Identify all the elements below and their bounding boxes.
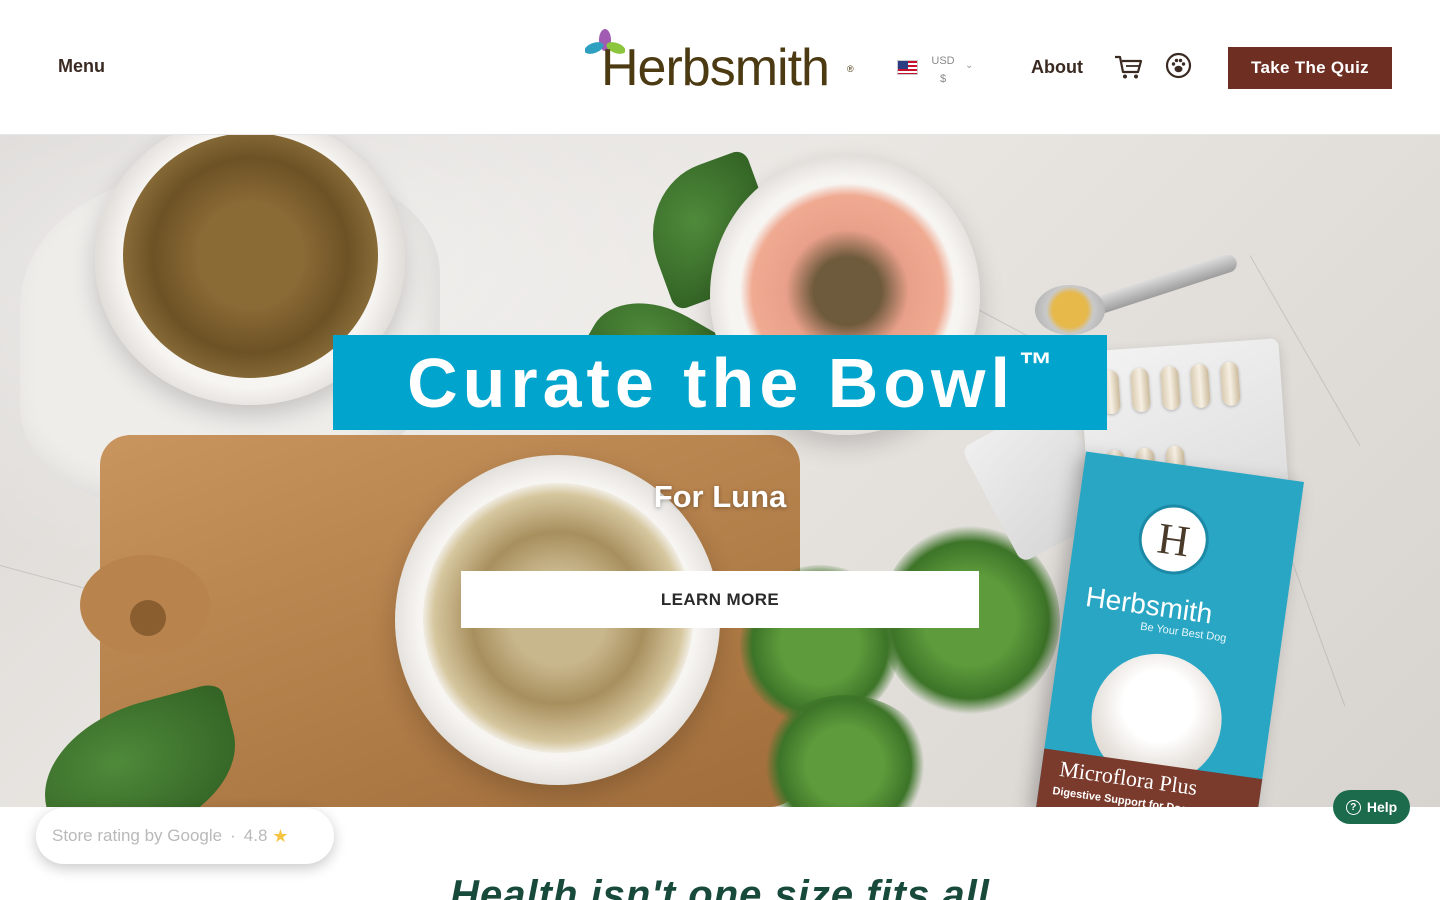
capsule	[1129, 367, 1151, 413]
trademark-symbol: ™	[1018, 346, 1053, 385]
currency-symbol: $	[939, 73, 947, 85]
google-rating-badge[interactable]: Store rating by Google · 4.8 ★	[36, 808, 334, 864]
learn-more-button[interactable]: LEARN MORE	[461, 571, 979, 628]
cart-icon[interactable]	[1114, 54, 1144, 80]
hero-title-banner: Curate the Bowl ™	[333, 335, 1107, 430]
rating-source: Store rating by Google	[52, 826, 223, 845]
herbsmith-logo[interactable]: Herbsmith ®	[585, 28, 860, 100]
marble-vein	[1289, 555, 1346, 707]
currency-label: USD $	[930, 52, 956, 88]
rating-score: 4.8	[243, 826, 268, 845]
site-header: Menu Herbsmith ® USD $ ⌄ About Take The …	[0, 0, 1440, 135]
currency-selector[interactable]: USD $ ⌄	[897, 50, 983, 86]
capsule	[1219, 361, 1241, 407]
currency-code: USD	[931, 55, 955, 67]
chevron-down-icon: ⌄	[965, 60, 974, 71]
hero-title: Curate the Bowl ™	[387, 348, 1053, 418]
capsule	[1159, 365, 1181, 411]
help-label: Help	[1366, 799, 1398, 815]
turmeric-scoop	[1035, 285, 1105, 335]
menu-button[interactable]: Menu	[58, 56, 105, 77]
hero-title-text: Curate the Bowl	[407, 343, 1015, 422]
help-icon: ?	[1345, 799, 1361, 815]
measuring-spoon	[1090, 252, 1240, 316]
board-hole	[130, 600, 166, 636]
about-link[interactable]: About	[1031, 57, 1083, 78]
logo-wordmark: Herbsmith	[601, 39, 830, 97]
help-button[interactable]: ? Help	[1333, 790, 1410, 824]
logo-registered-mark: ®	[847, 64, 854, 74]
section-heading: Health isn't one size fits all	[450, 873, 990, 900]
star-icon: ★	[272, 825, 289, 846]
us-flag-icon	[897, 60, 918, 75]
hero-subtitle: For Luna	[653, 479, 787, 514]
paw-icon[interactable]	[1165, 52, 1192, 79]
rating-separator: ·	[230, 826, 236, 845]
hero-banner: H Herbsmith Be Your Best Dog Microflora …	[0, 135, 1440, 807]
capsule	[1189, 363, 1211, 409]
take-quiz-button[interactable]: Take The Quiz	[1228, 47, 1392, 89]
